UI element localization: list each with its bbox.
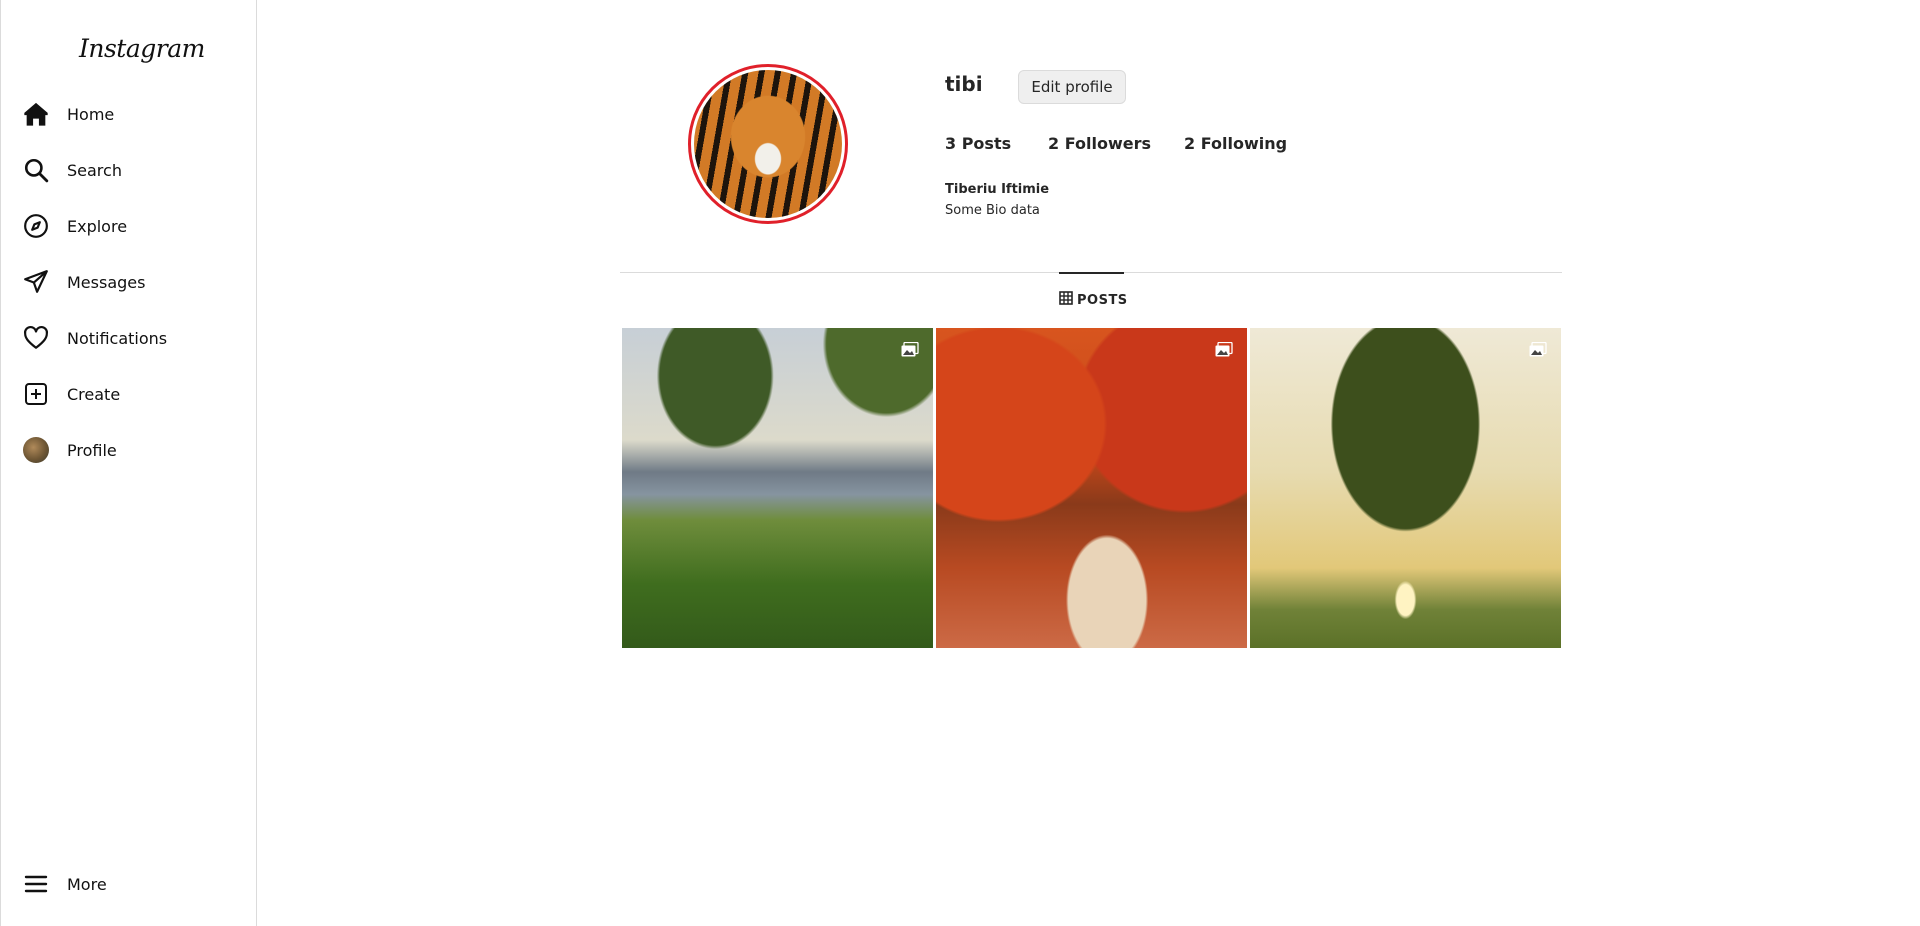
sidebar: Instagram Home Search Explore Messages N… [0, 0, 257, 926]
sidebar-item-home[interactable]: Home [21, 94, 241, 134]
sidebar-item-create[interactable]: Create [21, 374, 241, 414]
tab-posts-label: POSTS [1077, 292, 1128, 308]
grid-icon [1059, 291, 1073, 309]
posts-count: 3 Posts [945, 134, 1012, 153]
post-thumbnail[interactable] [1250, 328, 1561, 648]
followers-count[interactable]: 2 Followers [1048, 134, 1151, 153]
menu-icon [21, 869, 51, 899]
sidebar-item-label: Create [67, 384, 121, 404]
instagram-logo[interactable]: Instagram [79, 34, 205, 74]
sidebar-item-label: Explore [67, 216, 128, 236]
following-count[interactable]: 2 Following [1184, 134, 1287, 153]
post-thumbnail[interactable] [622, 328, 933, 648]
tab-active-indicator [1059, 272, 1124, 274]
compass-icon [21, 211, 51, 241]
plus-square-icon [21, 379, 51, 409]
profile-full-name: Tiberiu Iftimie [945, 182, 1050, 197]
paper-plane-icon [21, 267, 51, 297]
home-icon [21, 99, 51, 129]
avatar [23, 437, 49, 463]
sidebar-item-label: More [67, 874, 107, 894]
sidebar-item-label: Search [67, 160, 122, 180]
sidebar-item-messages[interactable]: Messages [21, 262, 241, 302]
sidebar-item-notifications[interactable]: Notifications [21, 318, 241, 358]
search-icon [21, 155, 51, 185]
tab-posts[interactable]: POSTS [1059, 291, 1128, 309]
sidebar-item-label: Notifications [67, 328, 168, 348]
sidebar-item-profile[interactable]: Profile [21, 430, 241, 470]
sidebar-item-search[interactable]: Search [21, 150, 241, 190]
sidebar-item-more[interactable]: More [21, 864, 241, 904]
image-icon [901, 341, 919, 358]
profile-avatar[interactable] [688, 64, 848, 224]
sidebar-item-label: Home [67, 104, 115, 124]
edit-profile-button[interactable]: Edit profile [1018, 70, 1126, 104]
profile-bio: Some Bio data [945, 203, 1040, 218]
profile-avatar-image [694, 70, 842, 218]
sidebar-item-label: Profile [67, 440, 117, 460]
sidebar-item-explore[interactable]: Explore [21, 206, 241, 246]
sidebar-item-label: Messages [67, 272, 146, 292]
image-icon [1529, 341, 1547, 358]
image-icon [1215, 341, 1233, 358]
post-thumbnail[interactable] [936, 328, 1247, 648]
profile-username: tibi [945, 72, 983, 96]
heart-icon [21, 323, 51, 353]
